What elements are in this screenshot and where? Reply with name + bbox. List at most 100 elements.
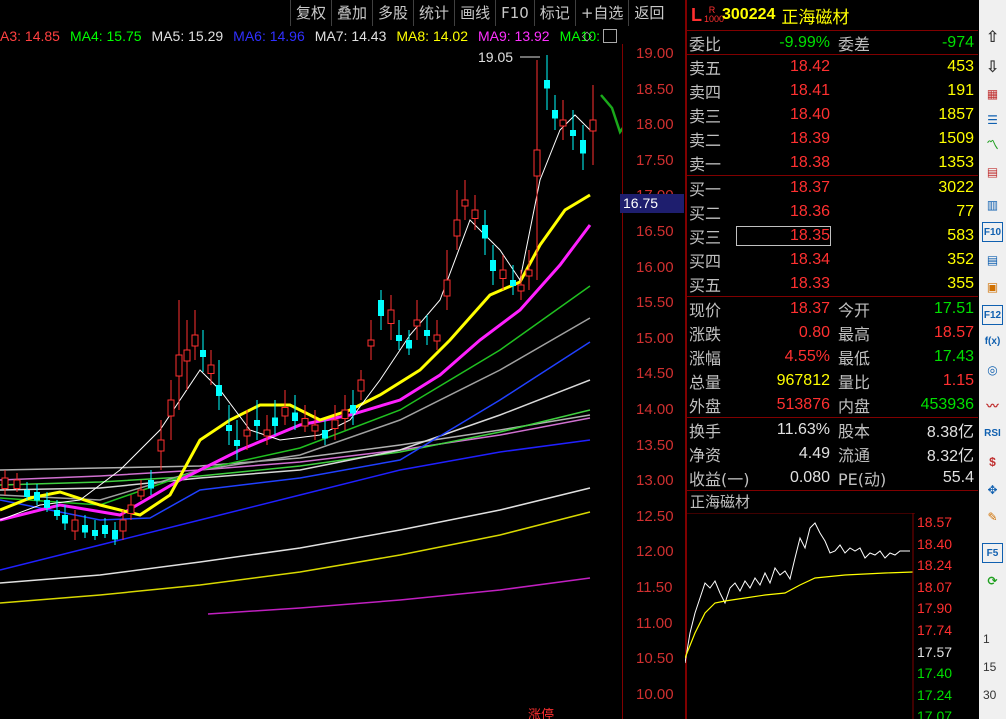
candle-body (13, 479, 21, 489)
bid-row[interactable]: 买一 18.37 3022 (687, 176, 978, 200)
panel-toggle-icon[interactable] (603, 29, 617, 43)
price-axis-label: 15.50 (636, 294, 674, 312)
price-axis-label: 18.00 (636, 116, 674, 134)
toolbar-btn-7[interactable]: +自选 (574, 0, 629, 26)
wave-icon[interactable]: 〰 (982, 396, 1003, 416)
compare-icon[interactable]: ▤ (982, 162, 1003, 182)
circle-icon[interactable]: ◎ (982, 360, 1003, 380)
trend-icon[interactable]: 〽 (982, 135, 1003, 155)
book-level-label: 卖三 (689, 107, 722, 126)
move-icon[interactable]: ✥ (982, 480, 1003, 500)
bid-row[interactable]: 买四 18.34 352 (687, 248, 978, 272)
mini-price-label: 17.57 (917, 643, 953, 660)
candle-body (443, 279, 451, 297)
fund-row: 收益(一) 0.080 PE(动) 55.4 (689, 469, 974, 489)
stock-header[interactable]: L R 1000 300224 正海磁材 (687, 0, 978, 31)
book-volume: 453 (947, 58, 974, 75)
toolbar-btn-8[interactable]: 返回 (628, 0, 669, 26)
candle-body (148, 480, 154, 489)
price-axis-label: 17.50 (636, 151, 674, 169)
toolbar-btn-3[interactable]: 统计 (413, 0, 454, 26)
candle-body (570, 130, 576, 136)
price-axis-label: 11.00 (636, 614, 673, 632)
candle-body (525, 269, 533, 277)
toolbar-btn-6[interactable]: 标记 (533, 0, 575, 26)
price-axis-divider (622, 44, 623, 719)
price-axis-label: 16.00 (636, 258, 674, 276)
note-icon[interactable]: ▣ (982, 277, 1003, 297)
candle-body (589, 119, 597, 132)
book-volume: 583 (947, 227, 974, 244)
candle-body (396, 335, 402, 341)
mini-price-label: 17.24 (917, 686, 953, 703)
ask-row[interactable]: 卖五 18.42 453 (687, 55, 978, 79)
book-volume: 352 (947, 251, 974, 268)
grid-icon[interactable]: ▥ (982, 195, 1003, 215)
candle-body (127, 504, 135, 514)
chart-toolbar: 复权 叠加 多股 统计 画线 F10 标记 +自选 返回 (290, 0, 685, 26)
f5-icon[interactable]: F5 (982, 543, 1003, 563)
candle-body (44, 500, 50, 508)
bid-row[interactable]: 买五 18.33 355 (687, 272, 978, 296)
pencil-icon[interactable]: ✎ (982, 507, 1003, 527)
ma-legend-item: MA10: (559, 28, 601, 44)
ma-legend-item: MA6: 14.96 (233, 28, 305, 44)
list-icon[interactable]: ☰ (982, 110, 1003, 130)
price-axis-label: 12.50 (636, 507, 674, 525)
bid-row[interactable]: 买三 18.35 583 (687, 224, 978, 248)
book-level-label: 卖五 (689, 59, 722, 78)
candle-body (207, 364, 215, 374)
toolbar-btn-2[interactable]: 多股 (372, 0, 413, 26)
book-level-label: 买五 (689, 276, 722, 295)
rsi-icon[interactable]: RSI (982, 424, 1003, 444)
ask-row[interactable]: 卖一 18.38 1353 (687, 151, 978, 175)
toolbar-btn-5[interactable]: F10 (495, 0, 534, 26)
candle-body (331, 419, 339, 429)
candle-body (54, 510, 60, 516)
book-price: 18.42 (789, 58, 830, 75)
mini-pct-label: 15 (983, 660, 997, 674)
mini-pct-label: 30 (983, 688, 997, 702)
dollar-icon[interactable]: $ (982, 452, 1003, 472)
f12-icon[interactable]: F12 (982, 305, 1003, 325)
table-icon[interactable]: ▤ (982, 250, 1003, 270)
ask-row[interactable]: 卖二 18.39 1509 (687, 127, 978, 151)
stock-code: 300224 (722, 6, 776, 23)
candle-body (243, 429, 251, 437)
refresh-icon[interactable]: ⟳ (982, 571, 1003, 591)
arrow-up-icon[interactable]: ⇧ (982, 28, 1003, 48)
stat-row: 现价 18.37 今开 17.51 (689, 300, 974, 320)
book-price: 18.39 (789, 130, 830, 147)
book-price: 18.33 (789, 275, 830, 292)
candle-body (167, 399, 175, 417)
candle-body (137, 489, 145, 497)
legend-diamond-icon[interactable]: ◇ (582, 28, 592, 44)
formula-icon[interactable]: f(x) (982, 332, 1003, 352)
book-price: 18.40 (789, 106, 830, 123)
high-marker-label: 19.05 (478, 49, 513, 65)
candle-body (552, 110, 558, 119)
kline-chart[interactable]: 19.05 涨停 (0, 44, 622, 719)
ma-line-white-fast (0, 114, 591, 521)
stat-row: 总量 967812 量比 1.15 (689, 372, 974, 392)
mini-price-label: 18.24 (917, 557, 953, 574)
bid-row[interactable]: 买二 18.36 77 (687, 200, 978, 224)
toolbar-btn-0[interactable]: 复权 (290, 0, 331, 26)
toolbar-btn-4[interactable]: 画线 (454, 0, 495, 26)
book-price: 18.35 (736, 226, 831, 246)
candle-body (216, 385, 222, 396)
ask-row[interactable]: 卖四 18.41 191 (687, 79, 978, 103)
ma-legend: A3: 14.85 MA4: 15.75 MA5: 15.29 MA6: 14.96 M… (0, 27, 622, 45)
candle-body (461, 199, 469, 207)
chart-kline-icon[interactable]: ▦ (982, 84, 1003, 104)
book-level-label: 买二 (689, 204, 722, 223)
ma-legend-item: MA5: 15.29 (151, 28, 224, 44)
arrow-down-icon[interactable]: ⇩ (982, 58, 1003, 78)
book-price: 18.41 (789, 82, 830, 99)
book-level-label: 买一 (689, 180, 722, 199)
ask-row[interactable]: 卖三 18.40 1857 (687, 103, 978, 127)
toolbar-btn-1[interactable]: 叠加 (331, 0, 372, 26)
intraday-mini-chart[interactable] (685, 513, 915, 719)
candle-body (102, 525, 108, 534)
f10-icon[interactable]: F10 (982, 222, 1003, 242)
